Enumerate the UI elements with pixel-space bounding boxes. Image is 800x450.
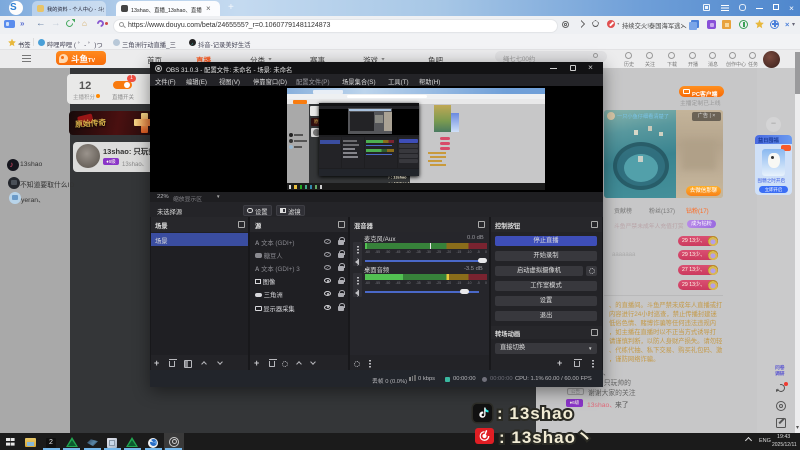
svg-text:: 13shao: : 13shao — [497, 404, 574, 423]
svg-text:: 13shao丶: : 13shao丶 — [499, 428, 594, 447]
